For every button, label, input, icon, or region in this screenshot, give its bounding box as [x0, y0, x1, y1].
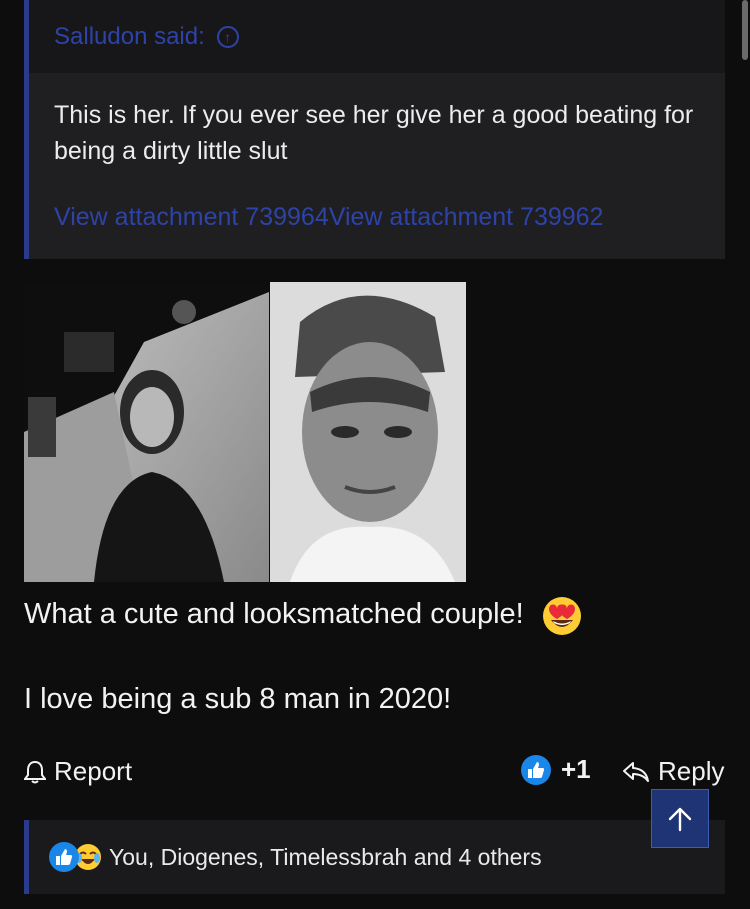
- heart-eyes-emoji-icon: [540, 593, 584, 637]
- quote-block: Salludon said: ↑ This is her. If you eve…: [24, 0, 725, 259]
- reply-arrow-icon: [623, 761, 649, 782]
- bell-icon: [24, 760, 46, 783]
- report-label: Report: [54, 756, 133, 786]
- thumbs-up-icon: [521, 754, 551, 785]
- post-attachments: [24, 282, 466, 582]
- arrow-up-icon: [668, 807, 692, 831]
- reply-button[interactable]: Reply: [622, 756, 724, 787]
- scroll-to-top-button[interactable]: [651, 789, 709, 848]
- reply-label: Reply: [658, 756, 725, 786]
- page-scrollbar[interactable]: [742, 0, 748, 60]
- post-actions-bar: Report +1 Reply: [24, 752, 726, 792]
- attachment-image-man-cap[interactable]: [270, 282, 466, 582]
- quote-text: This is her. If you ever see her give he…: [54, 101, 694, 165]
- quote-header: Salludon said: ↑: [29, 0, 725, 73]
- like-button[interactable]: +1: [521, 754, 591, 785]
- quote-attachment-links[interactable]: View attachment 739964View attachment 73…: [54, 203, 603, 232]
- attachment-image-girl-snow[interactable]: [24, 282, 269, 582]
- like-reaction-icon: [49, 842, 79, 872]
- post-message-line-2: I love being a sub 8 man in 2020!: [24, 683, 452, 715]
- report-button[interactable]: Report: [24, 756, 132, 787]
- reactions-summary-text: You, Diogenes, Timelessbrah and 4 others: [109, 843, 542, 870]
- go-to-quote-icon[interactable]: ↑: [216, 25, 239, 48]
- like-count: +1: [561, 754, 591, 784]
- post-message-line-1: What a cute and looksmatched couple!: [24, 592, 584, 637]
- quote-author-link[interactable]: Salludon said:: [54, 23, 205, 51]
- post-text-1: What a cute and looksmatched couple!: [24, 598, 524, 630]
- reactions-summary[interactable]: You, Diogenes, Timelessbrah and 4 others: [24, 820, 725, 894]
